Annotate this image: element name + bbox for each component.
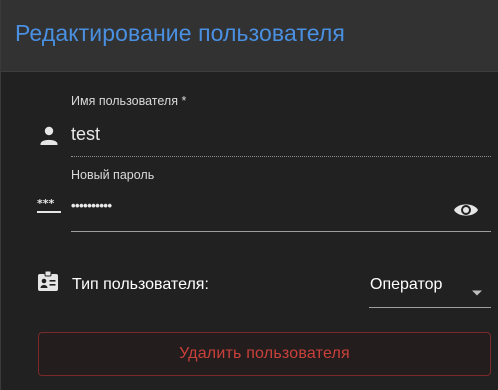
person-icon: [37, 124, 61, 148]
badge-icon: [37, 270, 59, 292]
user-type-select[interactable]: Оператор: [369, 266, 491, 308]
user-type-underline: [369, 307, 491, 308]
dialog-header: Редактирование пользователя: [1, 0, 498, 72]
svg-text:***: ***: [37, 197, 55, 210]
eye-icon[interactable]: [453, 200, 479, 220]
username-label: Имя пользователя *: [71, 94, 187, 108]
user-type-label: Тип пользователя:: [72, 276, 209, 293]
delete-user-button[interactable]: Удалить пользователя: [38, 332, 491, 376]
password-input[interactable]: ••••••••••: [71, 198, 112, 213]
dialog-title: Редактирование пользователя: [15, 20, 345, 46]
username-underline: [71, 156, 491, 157]
dropdown-arrow-icon: [471, 284, 483, 296]
password-label: Новый пароль: [71, 168, 155, 182]
username-input[interactable]: test: [71, 124, 100, 145]
user-type-value: Оператор: [370, 276, 443, 293]
password-underline: [71, 231, 491, 232]
edit-user-dialog: Редактирование пользователя Имя пользова…: [0, 0, 498, 390]
delete-user-label: Удалить пользователя: [179, 345, 350, 362]
password-icon: ***: [36, 196, 62, 216]
